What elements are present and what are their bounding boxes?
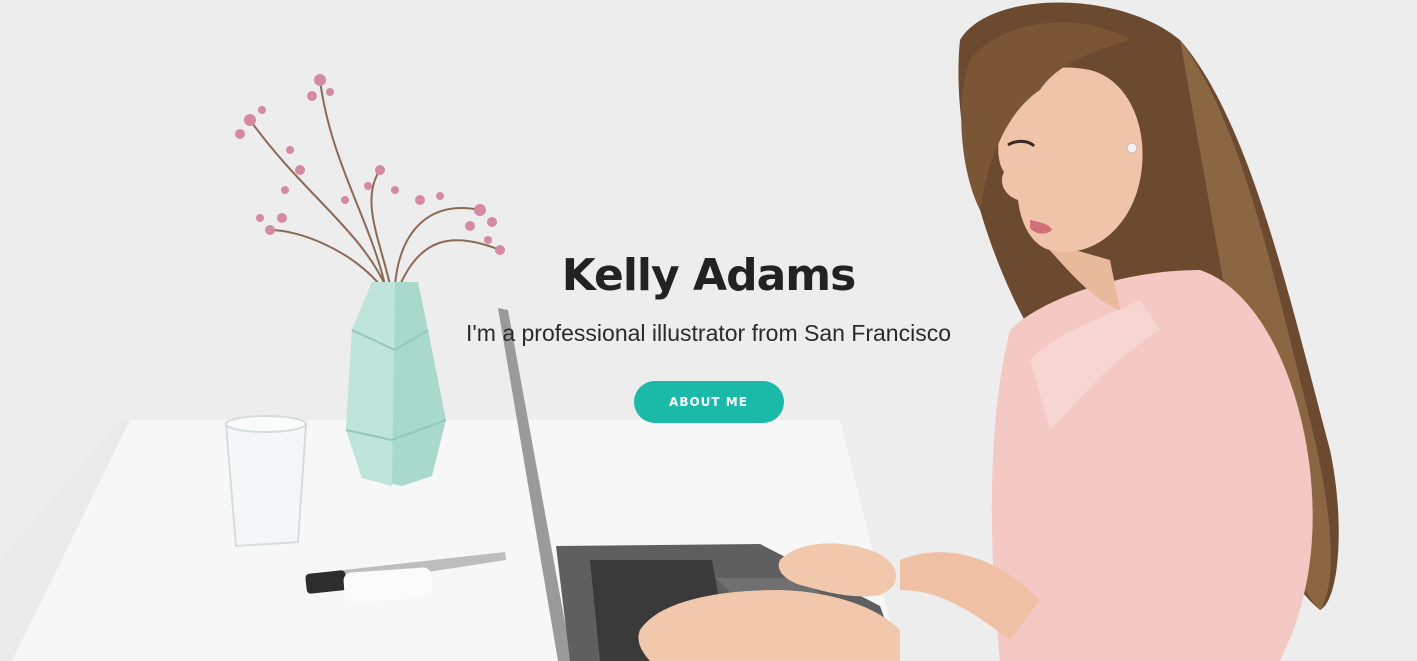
hero-section: Kelly Adams I'm a professional illustrat… bbox=[0, 0, 1417, 661]
hero-subtitle: I'm a professional illustrator from San … bbox=[465, 320, 951, 346]
hero-content: Kelly Adams I'm a professional illustrat… bbox=[0, 248, 1417, 423]
hero-title: Kelly Adams bbox=[561, 250, 857, 301]
about-me-button[interactable]: ABOUT ME bbox=[633, 381, 784, 423]
water-glass bbox=[224, 415, 308, 548]
